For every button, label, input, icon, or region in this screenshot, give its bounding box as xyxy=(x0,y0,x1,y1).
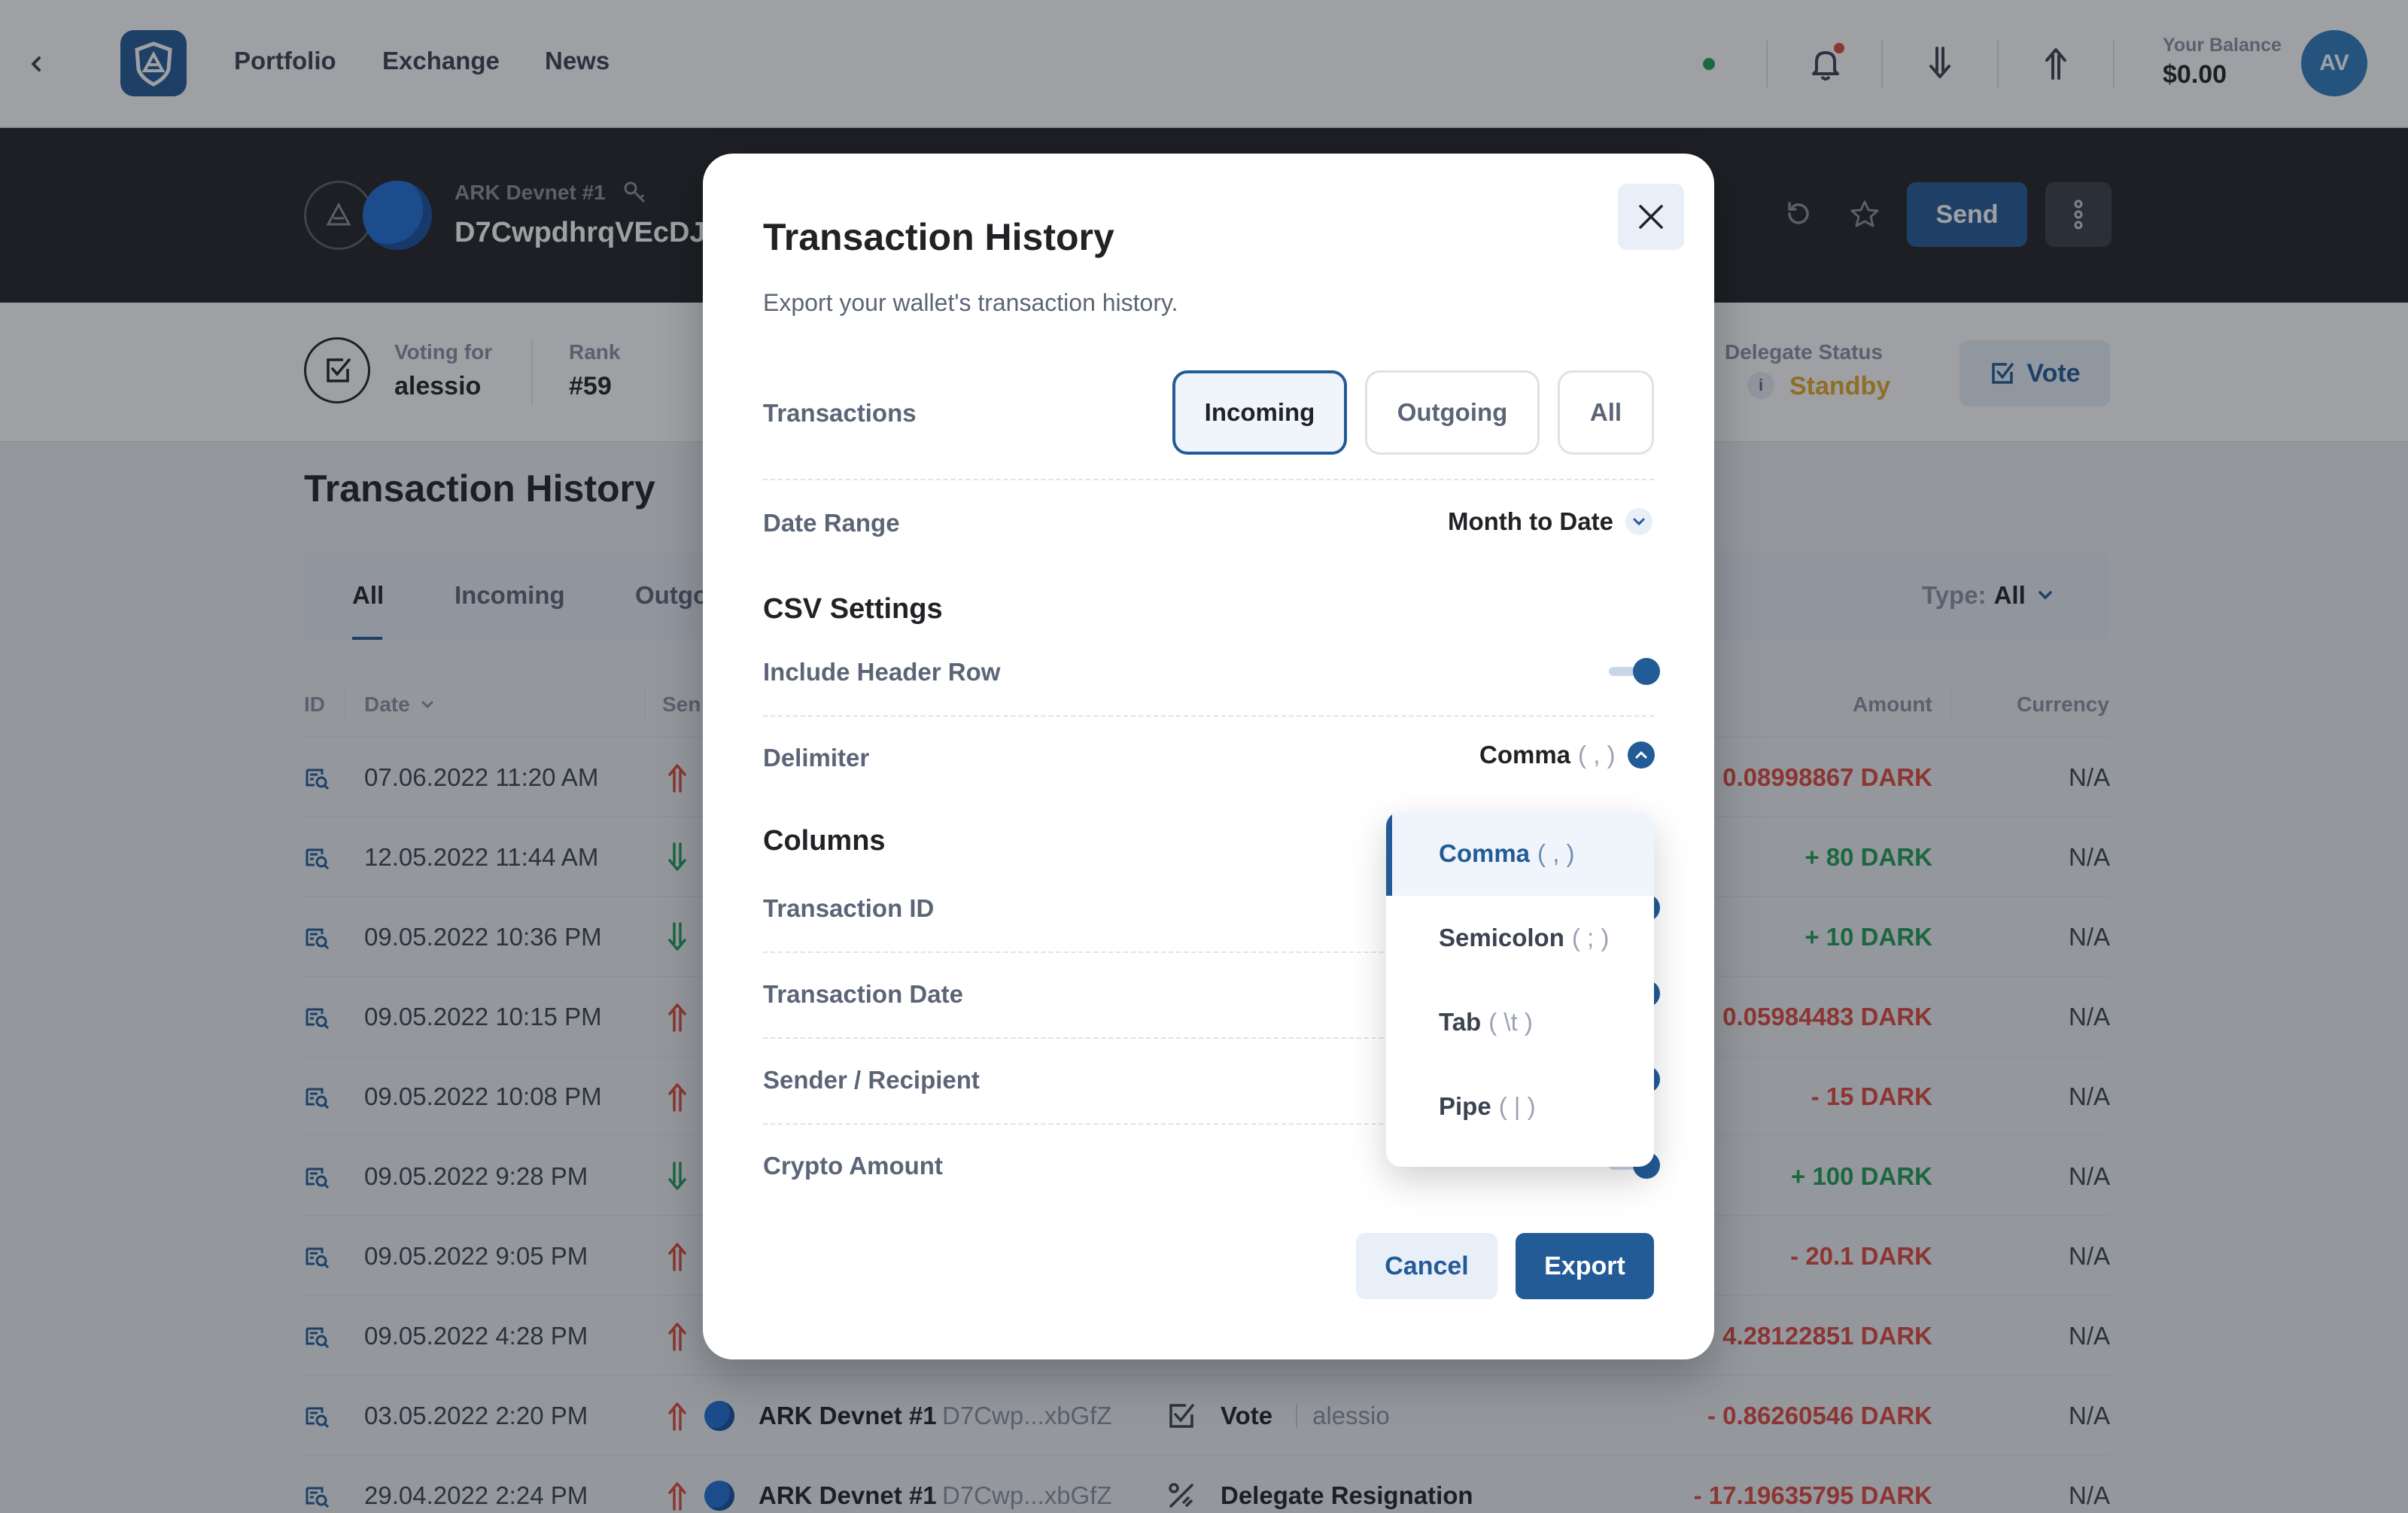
column-transaction-id-label: Transaction ID xyxy=(763,894,935,922)
chevron-down-icon xyxy=(1625,508,1652,535)
columns-heading: Columns xyxy=(763,825,886,857)
date-range-select[interactable]: Month to Date xyxy=(1448,507,1652,536)
delimiter-value-symbol: ( , ) xyxy=(1578,741,1616,769)
date-range-value: Month to Date xyxy=(1448,507,1613,535)
column-transaction-date-label: Transaction Date xyxy=(763,980,963,1008)
modal-description: Export your wallet's transaction history… xyxy=(763,289,1178,316)
option-name: Semicolon xyxy=(1439,924,1564,951)
divider xyxy=(763,715,1654,717)
column-sender-recipient-label: Sender / Recipient xyxy=(763,1066,980,1094)
chevron-up-icon xyxy=(1627,741,1655,769)
option-symbol: ( | ) xyxy=(1498,1092,1536,1120)
delimiter-value: Comma xyxy=(1479,741,1571,769)
option-name: Tab xyxy=(1439,1008,1482,1036)
csv-settings-heading: CSV Settings xyxy=(763,593,943,625)
include-header-toggle[interactable] xyxy=(1609,658,1660,685)
segment-all[interactable]: All xyxy=(1558,370,1654,455)
delimiter-option-tab[interactable]: Tab ( \t ) xyxy=(1386,980,1654,1064)
delimiter-dropdown-menu: Comma ( , ) Semicolon ( ; ) Tab ( \t ) P… xyxy=(1386,811,1654,1167)
delimiter-option-comma[interactable]: Comma ( , ) xyxy=(1386,811,1654,896)
option-symbol: ( ; ) xyxy=(1571,924,1610,951)
transactions-label: Transactions xyxy=(763,399,917,427)
segment-incoming[interactable]: Incoming xyxy=(1172,370,1347,455)
export-button[interactable]: Export xyxy=(1516,1233,1654,1299)
column-crypto-amount-label: Crypto Amount xyxy=(763,1152,943,1180)
export-modal: Transaction History Export your wallet's… xyxy=(703,154,1714,1359)
date-range-label: Date Range xyxy=(763,509,900,537)
option-symbol: ( , ) xyxy=(1537,839,1575,867)
modal-title: Transaction History xyxy=(763,216,1114,258)
delimiter-option-semicolon[interactable]: Semicolon ( ; ) xyxy=(1386,896,1654,980)
include-header-label: Include Header Row xyxy=(763,658,1001,686)
delimiter-select[interactable]: Comma ( , ) xyxy=(1479,741,1655,769)
divider xyxy=(763,479,1654,480)
close-icon xyxy=(1639,205,1663,229)
option-name: Comma xyxy=(1439,839,1531,867)
delimiter-label: Delimiter xyxy=(763,744,870,772)
option-symbol: ( \t ) xyxy=(1488,1008,1533,1036)
cancel-button[interactable]: Cancel xyxy=(1356,1233,1497,1299)
close-button[interactable] xyxy=(1618,184,1684,250)
delimiter-option-pipe[interactable]: Pipe ( | ) xyxy=(1386,1064,1654,1149)
segment-outgoing[interactable]: Outgoing xyxy=(1365,370,1540,455)
option-name: Pipe xyxy=(1439,1092,1491,1120)
